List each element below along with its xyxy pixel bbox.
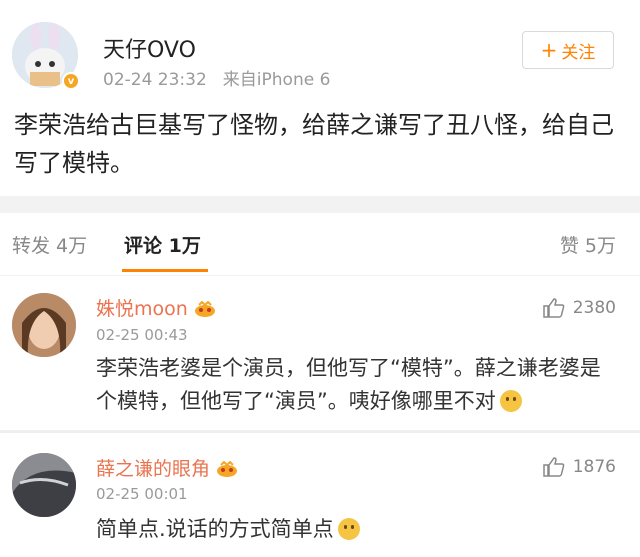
vip-crown-icon: [194, 301, 215, 317]
commenter-name[interactable]: 薛之谦的眼角: [96, 454, 238, 481]
doge-emoji-icon: [499, 390, 522, 412]
post-source: 来自iPhone 6: [222, 70, 331, 90]
verified-badge-icon: v: [62, 72, 80, 90]
vip-crown-icon: [217, 461, 238, 477]
comment-list: 姝悦moon 02-25 00:43 2380 李荣浩老婆是个演员，但他写了“模…: [0, 276, 640, 557]
comment-text-content: 简单点.说话的方式简单点: [96, 517, 334, 541]
comment-like-count: 1876: [572, 457, 616, 477]
commenter-name-text: 姝悦moon: [96, 298, 188, 320]
comment-like-button[interactable]: 2380: [542, 298, 616, 318]
comment-like-button[interactable]: 1876: [542, 457, 616, 477]
commenter-name[interactable]: 姝悦moon: [96, 294, 216, 321]
comment-text: 李荣浩老婆是个演员，但他写了“模特”。薛之谦老婆是个模特，但他写了“演员”。咦好…: [96, 352, 616, 418]
plus-icon: +: [540, 38, 558, 62]
post-meta: 02-24 23:32 来自iPhone 6: [103, 65, 330, 90]
post-time: 02-24 23:32: [103, 70, 207, 90]
follow-label: 关注: [561, 42, 596, 63]
comment-text-content: 李荣浩老婆是个演员，但他写了“模特”。薛之谦老婆是个模特，但他写了“演员”。咦好…: [96, 356, 601, 413]
active-tab-indicator: [122, 269, 208, 272]
thumbs-up-icon: [542, 298, 565, 318]
follow-button[interactable]: + 关注: [522, 31, 614, 69]
tab-repost[interactable]: 转发 4万: [12, 231, 87, 258]
commenter-avatar[interactable]: [12, 453, 76, 517]
interaction-tabs: 转发 4万 评论 1万 赞 5万: [0, 213, 640, 275]
comment-time: 02-25 00:01: [96, 485, 188, 503]
comment-time: 02-25 00:43: [96, 326, 188, 344]
post-card: v 天仔OVO 02-24 23:32 来自iPhone 6 + 关注 李荣浩给古…: [0, 0, 640, 196]
commenter-name-text: 薛之谦的眼角: [96, 458, 211, 480]
comment-item: 姝悦moon 02-25 00:43 2380 李荣浩老婆是个演员，但他写了“模…: [0, 276, 640, 430]
thinking-emoji-icon: [337, 518, 360, 540]
comment-like-count: 2380: [572, 298, 616, 318]
tab-comment[interactable]: 评论 1万: [124, 231, 201, 258]
post-text: 李荣浩给古巨基写了怪物，给薛之谦写了丑八怪，给自己写了模特。: [14, 111, 614, 177]
commenter-avatar[interactable]: [12, 293, 76, 357]
comment-item: 薛之谦的眼角 02-25 00:01 1876 简单点.说话的方式简单点: [0, 433, 640, 557]
comment-text: 简单点.说话的方式简单点: [96, 513, 616, 546]
thumbs-up-icon: [542, 457, 565, 477]
poster-username[interactable]: 天仔OVO: [103, 32, 196, 64]
tab-like[interactable]: 赞 5万: [560, 231, 616, 258]
